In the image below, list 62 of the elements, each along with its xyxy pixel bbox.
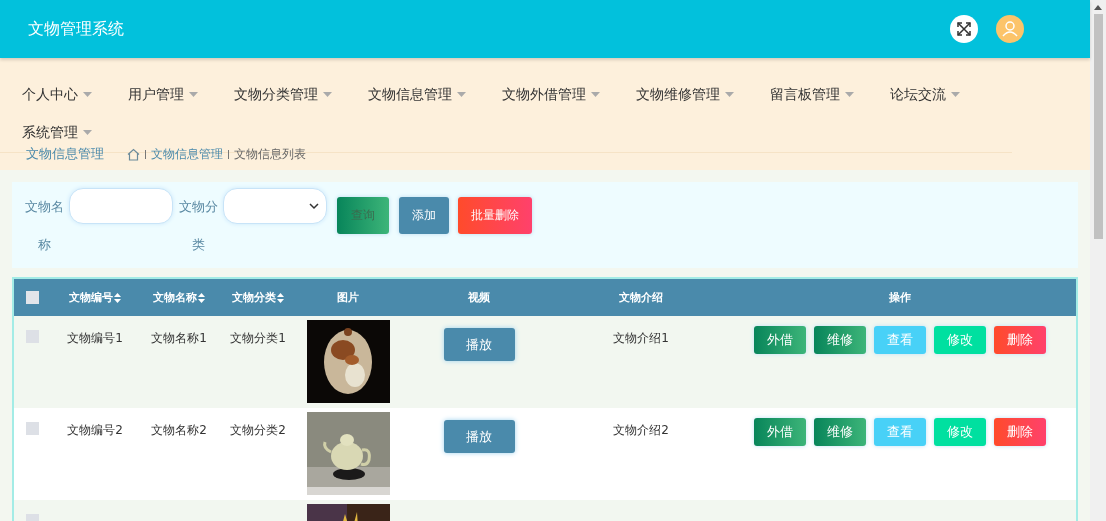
page-title: 文物信息管理	[26, 145, 104, 163]
caret-icon	[951, 92, 960, 98]
repair-button[interactable]: 维修	[814, 326, 866, 354]
select-all-checkbox[interactable]	[25, 291, 39, 304]
user-avatar-icon[interactable]	[996, 15, 1024, 43]
breadcrumb-item[interactable]: 文物信息管理	[151, 145, 223, 163]
table-cell: 文物介绍2	[613, 422, 669, 439]
column-header[interactable]: 文物分类	[232, 290, 284, 305]
play-button[interactable]: 播放	[443, 420, 515, 453]
nav-menu-item[interactable]: 文物外借管理	[502, 76, 600, 114]
caret-icon	[845, 92, 854, 98]
nav-menu-item[interactable]: 个人中心	[22, 76, 92, 114]
caret-icon	[323, 92, 332, 98]
scroll-up-icon[interactable]	[1094, 5, 1102, 10]
delete-button[interactable]: 删除	[994, 418, 1046, 446]
fullscreen-icon[interactable]	[950, 15, 978, 43]
nav-menu-item[interactable]: 用户管理	[128, 76, 198, 114]
table-cell: 文物编号1	[67, 330, 123, 347]
column-header: 视频	[468, 290, 490, 305]
table-cell: 文物分类1	[230, 330, 286, 347]
repair-button[interactable]: 维修	[814, 418, 866, 446]
caret-icon	[189, 92, 198, 98]
nav-menu-item[interactable]: 文物维修管理	[636, 76, 734, 114]
caret-icon	[83, 130, 92, 136]
sort-icon[interactable]	[114, 292, 121, 303]
field-label: 文物分类	[177, 198, 219, 254]
caret-icon	[457, 92, 466, 98]
delete-button[interactable]: 批量删除	[458, 197, 532, 234]
delete-button[interactable]: 删除	[994, 326, 1046, 354]
sort-icon[interactable]	[198, 292, 205, 303]
table-cell: 文物名称1	[151, 330, 207, 347]
table-cell: 文物编号2	[67, 422, 123, 439]
caret-icon	[725, 92, 734, 98]
play-button[interactable]: 播放	[443, 328, 515, 361]
nav-menu-item[interactable]: 文物信息管理	[368, 76, 466, 114]
nav-menu-item[interactable]: 文物分类管理	[234, 76, 332, 114]
table-cell: 文物分类2	[230, 422, 286, 439]
caret-icon	[591, 92, 600, 98]
field-label: 文物名称	[23, 198, 65, 254]
chevron-icon	[309, 202, 319, 210]
column-header[interactable]: 文物编号	[69, 290, 121, 305]
column-header[interactable]: 文物名称	[153, 290, 205, 305]
column-header: 操作	[889, 290, 911, 305]
table-cell: 文物介绍1	[613, 330, 669, 347]
scrollbar[interactable]	[1090, 0, 1106, 521]
nav-menu-item[interactable]: 论坛交流	[890, 76, 960, 114]
column-header: 图片	[337, 290, 359, 305]
add-button[interactable]: 添加	[399, 197, 449, 234]
caret-icon	[83, 92, 92, 98]
column-header: 文物介绍	[619, 290, 663, 305]
breadcrumb-item: 文物信息列表	[234, 145, 306, 163]
select-field[interactable]	[223, 188, 327, 224]
table-cell: 文物名称2	[151, 422, 207, 439]
lend-button[interactable]: 外借	[754, 418, 806, 446]
input-field[interactable]	[69, 188, 173, 224]
app-title: 文物管理系统	[28, 18, 124, 40]
scrollbar-thumb[interactable]	[1093, 14, 1103, 239]
nav-menu-item[interactable]: 留言板管理	[770, 76, 854, 114]
sort-icon[interactable]	[277, 292, 284, 303]
row-checkbox[interactable]	[25, 422, 39, 435]
home-icon[interactable]	[127, 147, 140, 161]
lend-button[interactable]: 外借	[754, 326, 806, 354]
